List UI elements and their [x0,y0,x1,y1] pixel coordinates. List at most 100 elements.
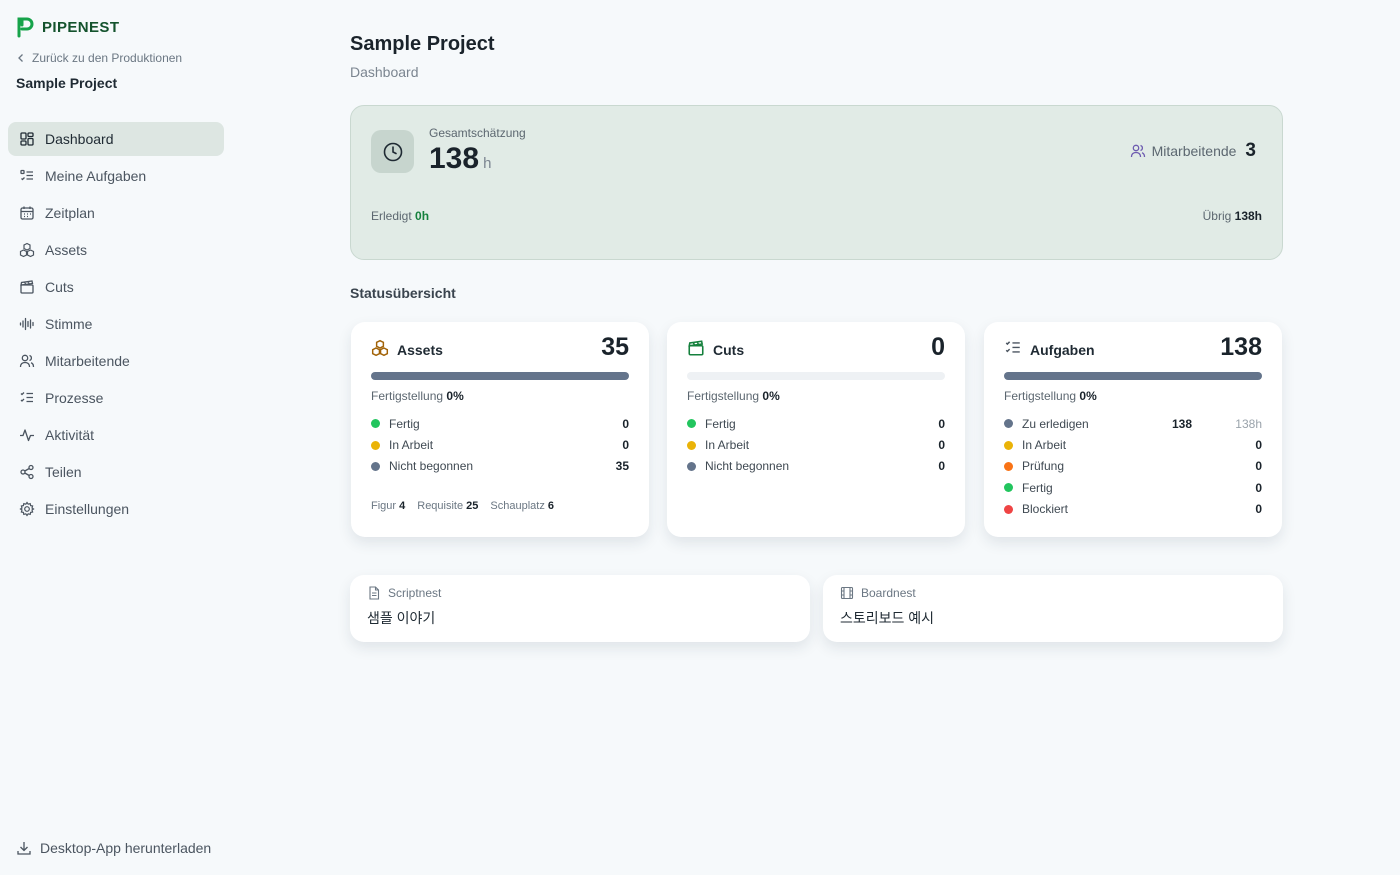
status-row-done: Fertig 0 [687,413,945,434]
back-to-productions-link[interactable]: Zurück zu den Produktionen [16,51,182,65]
status-label: Fertig [1022,480,1053,495]
status-dot [687,419,696,429]
download-desktop-app-link[interactable]: Desktop-App herunterladen [16,840,211,856]
status-label: Prüfung [1022,459,1065,474]
sidebar-item-schedule[interactable]: Zeitplan [8,196,224,230]
sidebar-item-processes[interactable]: Prozesse [8,381,224,415]
done-value: 0h [415,209,430,223]
document-icon [369,586,380,600]
type-label: Schauplatz [490,500,545,512]
checklist-icon [1005,341,1020,353]
status-row-review: Prüfung 0 [1004,456,1262,477]
status-label: Nicht begonnen [389,459,474,474]
status-row-todo: Zu erledigen 138 138h [1004,413,1262,434]
type-value: 4 [399,500,406,512]
cuts-status-card[interactable]: Cuts 0 Fertigstellung 0% Fertig 0 In Arbe… [667,322,965,537]
done-hours: Erledigt 0h [371,209,429,223]
sidebar-item-my-tasks[interactable]: Meine Aufgaben [8,159,224,193]
type-value: 6 [547,500,555,512]
status-dot [1004,461,1013,471]
sidebar-item-staff[interactable]: Mitarbeitende [8,344,224,378]
link-label-text: Boardnest [861,586,916,600]
status-label: In Arbeit [1022,438,1067,453]
status-list: Zu erledigen 138 138h In Arbeit 0 Prüfung 0 … [1004,413,1262,520]
card-title: Aufgaben [1030,342,1095,358]
staff-label: Mitarbeitende [1151,143,1237,159]
completion-value: 0% [762,389,780,403]
status-row-done: Fertig 0 [371,413,629,434]
sidebar-item-label: Prozesse [45,390,104,406]
remaining-hours: Übrig 138h [1203,209,1262,223]
estimate-label: Gesamtschätzung [429,126,526,140]
status-overview-title: Statusübersicht [350,285,456,301]
users-icon [1130,144,1145,158]
type-label: Figur [371,500,397,512]
sidebar-item-dashboard[interactable]: Dashboard [8,122,224,156]
status-list: Fertig 0 In Arbeit 0 Nicht begonnen 0 [687,413,945,477]
tasks-status-card[interactable]: Aufgaben 138 Fertigstellung 0% Zu erledi… [984,322,1282,537]
sidebar-nav: Dashboard Meine Aufgaben Zeitplan Assets… [8,122,224,529]
sidebar-item-settings[interactable]: Einstellungen [8,492,224,526]
dashboard-icon [20,132,34,146]
logo[interactable]: PIPENEST [16,16,119,38]
boardnest-project-name: 스토리보드 예시 [840,610,935,626]
remaining-value: 138h [1234,209,1262,223]
status-dot [1004,419,1013,429]
sidebar-item-voice[interactable]: Stimme [8,307,224,341]
scriptnest-link-card[interactable]: Scriptnest 샘플 이야기 [350,575,810,642]
status-value: 0 [1255,438,1262,453]
completion-text: Fertigstellung 0% [687,389,780,403]
sidebar-item-label: Teilen [45,464,82,480]
status-hours: 138h [1235,416,1262,431]
share-icon [20,464,34,480]
status-label: In Arbeit [389,438,434,453]
status-label: Fertig [389,416,420,431]
status-row-not-started: Nicht begonnen 0 [687,456,945,477]
sidebar-item-label: Dashboard [45,131,114,147]
boardnest-link-card[interactable]: Boardnest 스토리보드 예시 [823,575,1283,642]
gear-icon [19,501,35,517]
status-label: Fertig [705,416,736,431]
asset-type-counts: Figur 4 Requisite 25 Schauplatz 6 [371,500,554,512]
status-list: Fertig 0 In Arbeit 0 Nicht begonnen 35 [371,413,629,477]
scriptnest-project-name: 샘플 이야기 [367,610,436,626]
estimate-number: 138 [429,142,480,175]
sidebar-item-assets[interactable]: Assets [8,233,224,267]
sidebar-item-activity[interactable]: Aktivität [8,418,224,452]
download-icon [17,842,31,855]
sidebar-item-label: Einstellungen [45,501,130,517]
card-title: Assets [397,342,443,358]
status-value: 0 [1255,480,1262,495]
type-value: 25 [466,500,479,512]
back-link-label: Zurück zu den Produktionen [32,51,183,65]
completion-text: Fertigstellung 0% [371,389,464,403]
sidebar-item-label: Cuts [45,279,74,295]
checklist-icon [20,392,33,403]
status-label: Nicht begonnen [705,459,790,474]
sidebar-item-label: Zeitplan [45,205,95,221]
pipenest-logo-icon [17,17,34,38]
completion-text: Fertigstellung 0% [1004,389,1097,403]
status-row-done: Fertig 0 [1004,477,1262,498]
estimate-summary-card: Gesamtschätzung 138 h Mitarbeitende 3 Erl… [350,105,1283,260]
boxes-icon [371,339,389,357]
scriptnest-label: Scriptnest [367,586,441,600]
status-value: 0 [938,438,945,453]
activity-icon [20,429,34,442]
sidebar-item-label: Meine Aufgaben [45,168,147,184]
sidebar-item-share[interactable]: Teilen [8,455,224,489]
status-dot [687,461,696,471]
sidebar-item-label: Mitarbeitende [45,353,130,369]
status-label: Zu erledigen [1022,416,1089,431]
status-row-in-progress: In Arbeit 0 [371,434,629,455]
card-count: 0 [931,333,945,361]
sidebar-item-cuts[interactable]: Cuts [8,270,224,304]
status-dot [1004,504,1013,514]
status-value: 0 [622,416,629,431]
page-title: Sample Project [350,33,495,55]
chevron-left-icon [18,54,23,62]
status-row-blocked: Blockiert 0 [1004,499,1262,520]
assets-status-card[interactable]: Assets 35 Fertigstellung 0% Fertig 0 In A… [351,322,649,537]
users-icon [19,354,35,368]
status-dot [371,440,380,450]
